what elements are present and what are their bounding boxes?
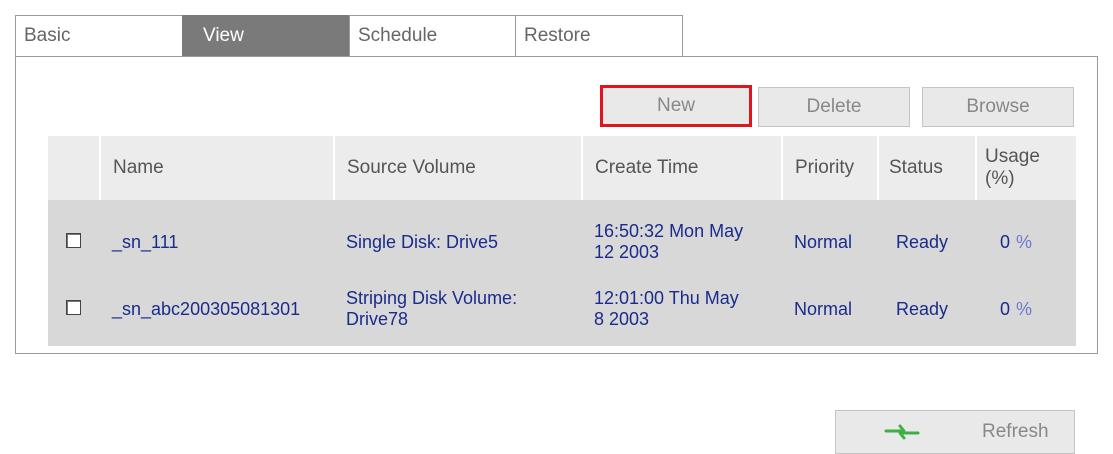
row-source-volume: Single Disk: Drive5	[334, 200, 582, 278]
row-status: Ready	[878, 200, 976, 278]
source-line1: Striping Disk Volume:	[346, 288, 518, 308]
row-usage: 0%	[976, 278, 1076, 346]
create-time-line1: 12:01:00 Thu May	[594, 288, 739, 308]
row-priority: Normal	[782, 278, 878, 346]
usage-unit: %	[1016, 231, 1033, 252]
row-usage: 0%	[976, 200, 1076, 278]
row-checkbox[interactable]	[66, 299, 81, 315]
row-select-cell	[48, 200, 100, 278]
tab-basic[interactable]: Basic	[15, 15, 183, 57]
refresh-arrows-icon	[884, 424, 920, 440]
table-header-row: Name Source Volume Create Time Priority …	[48, 136, 1076, 200]
header-select	[48, 136, 101, 200]
usage-value: 0	[1000, 231, 1011, 252]
tab-bar: Basic View Schedule Restore	[15, 15, 683, 57]
refresh-button[interactable]: Refresh	[835, 410, 1075, 454]
delete-button[interactable]: Delete	[758, 87, 910, 127]
tab-view[interactable]: View	[182, 15, 350, 57]
snapshot-table: Name Source Volume Create Time Priority …	[48, 136, 1076, 346]
header-usage-line1: Usage	[985, 146, 1040, 167]
create-time-line1: 16:50:32 Mon May	[594, 221, 744, 241]
header-priority: Priority	[782, 136, 879, 200]
header-name: Name	[100, 136, 335, 200]
header-source-volume: Source Volume	[334, 136, 583, 200]
row-status: Ready	[878, 278, 976, 346]
usage-unit: %	[1016, 298, 1033, 319]
row-create-time: 12:01:00 Thu May 8 2003	[582, 278, 782, 346]
header-usage: Usage (%)	[976, 136, 1076, 200]
create-time-line2: 8 2003	[594, 309, 650, 329]
source-line2: Drive78	[346, 309, 409, 329]
new-button[interactable]: New	[600, 85, 752, 127]
usage-value: 0	[1000, 298, 1011, 319]
tab-schedule[interactable]: Schedule	[349, 15, 516, 57]
table-row: _sn_111 Single Disk: Drive5 16:50:32 Mon…	[48, 200, 1076, 278]
row-priority: Normal	[782, 200, 878, 278]
tab-restore[interactable]: Restore	[515, 15, 683, 57]
table-row: _sn_abc200305081301 Striping Disk Volume…	[48, 278, 1076, 346]
row-create-time: 16:50:32 Mon May 12 2003	[582, 200, 782, 278]
create-time-line2: 12 2003	[594, 242, 660, 262]
header-status: Status	[878, 136, 977, 200]
row-name[interactable]: _sn_abc200305081301	[100, 278, 334, 346]
browse-button[interactable]: Browse	[922, 87, 1074, 127]
row-name[interactable]: _sn_111	[100, 200, 334, 278]
view-panel: New Delete Browse Name Source Volume Cre…	[15, 56, 1098, 354]
row-select-cell	[48, 278, 100, 346]
header-usage-line2: (%)	[985, 168, 1015, 189]
row-source-volume: Striping Disk Volume: Drive78	[334, 278, 582, 346]
header-create-time: Create Time	[582, 136, 783, 200]
row-checkbox[interactable]	[66, 232, 81, 248]
refresh-label: Refresh	[982, 421, 1049, 442]
